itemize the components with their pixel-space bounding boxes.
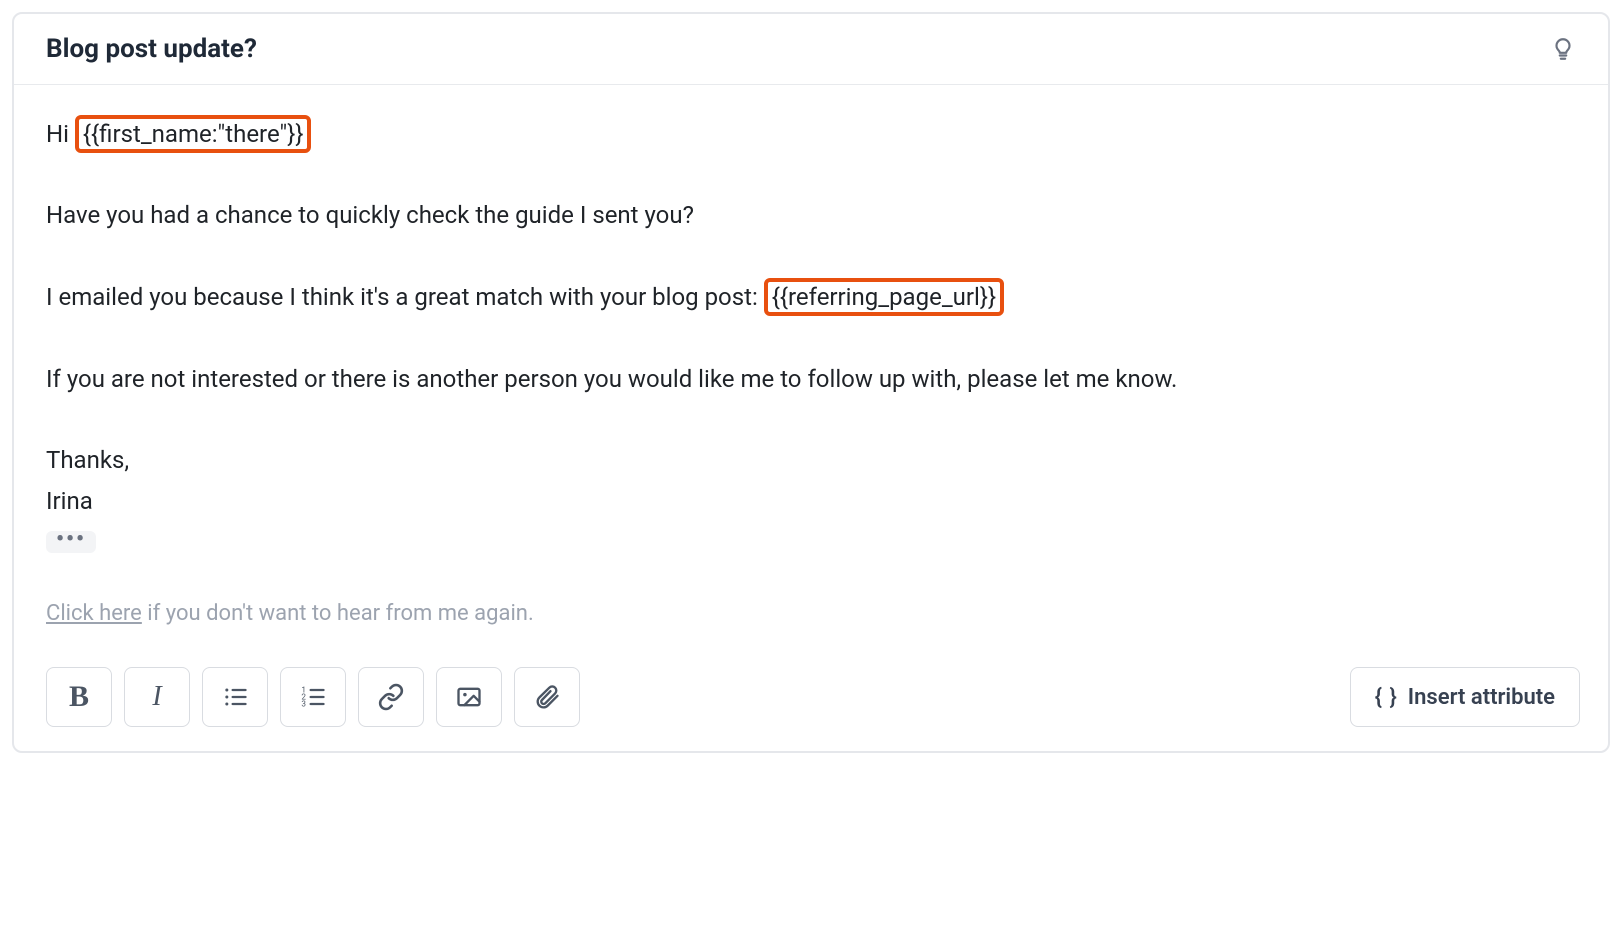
body-line-4: If you are not interested or there is an…	[46, 361, 1576, 398]
subject-row: Blog post update?	[14, 14, 1608, 85]
paperclip-icon	[533, 683, 561, 711]
bold-button[interactable]: B	[46, 667, 112, 727]
unsubscribe-row: Click here if you don't want to hear fro…	[46, 597, 1576, 631]
email-body[interactable]: Hi {{first_name:"there"}} Have you had a…	[14, 85, 1608, 651]
insert-attribute-label: Insert attribute	[1408, 685, 1555, 710]
bullet-list-button[interactable]	[202, 667, 268, 727]
numbered-list-icon: 1 2 3	[299, 683, 327, 711]
attachment-button[interactable]	[514, 667, 580, 727]
insert-attribute-button[interactable]: { } Insert attribute	[1350, 667, 1580, 727]
bold-icon: B	[69, 680, 89, 714]
formatting-toolbar: B I 1	[14, 651, 1608, 751]
signoff: Thanks,	[46, 442, 1576, 479]
expand-quoted-content-button[interactable]: •••	[46, 531, 96, 553]
svg-text:3: 3	[301, 699, 306, 709]
image-icon	[455, 683, 483, 711]
email-editor-panel: Blog post update? Hi {{first_name:"there…	[12, 12, 1610, 753]
italic-icon: I	[152, 681, 161, 713]
body-line-3: I emailed you because I think it's a gre…	[46, 278, 1576, 316]
unsubscribe-link[interactable]: Click here	[46, 601, 142, 626]
greeting-line: Hi {{first_name:"there"}}	[46, 115, 1576, 153]
attribute-referring-url[interactable]: {{referring_page_url}}	[764, 278, 1004, 316]
greeting-prefix: Hi	[46, 120, 75, 148]
attribute-first-name[interactable]: {{first_name:"there"}}	[75, 115, 312, 153]
signature: Irina	[46, 483, 1576, 520]
lightbulb-icon[interactable]	[1550, 36, 1576, 62]
braces-icon: { }	[1375, 685, 1398, 710]
numbered-list-button[interactable]: 1 2 3	[280, 667, 346, 727]
unsubscribe-rest: if you don't want to hear from me again.	[142, 601, 534, 626]
bullet-list-icon	[221, 683, 249, 711]
italic-button[interactable]: I	[124, 667, 190, 727]
link-button[interactable]	[358, 667, 424, 727]
subject-line[interactable]: Blog post update?	[46, 34, 257, 64]
body-line-2: Have you had a chance to quickly check t…	[46, 197, 1576, 234]
tool-group-left: B I 1	[46, 667, 580, 727]
image-button[interactable]	[436, 667, 502, 727]
body-line-3-prefix: I emailed you because I think it's a gre…	[46, 283, 764, 311]
link-icon	[377, 683, 405, 711]
